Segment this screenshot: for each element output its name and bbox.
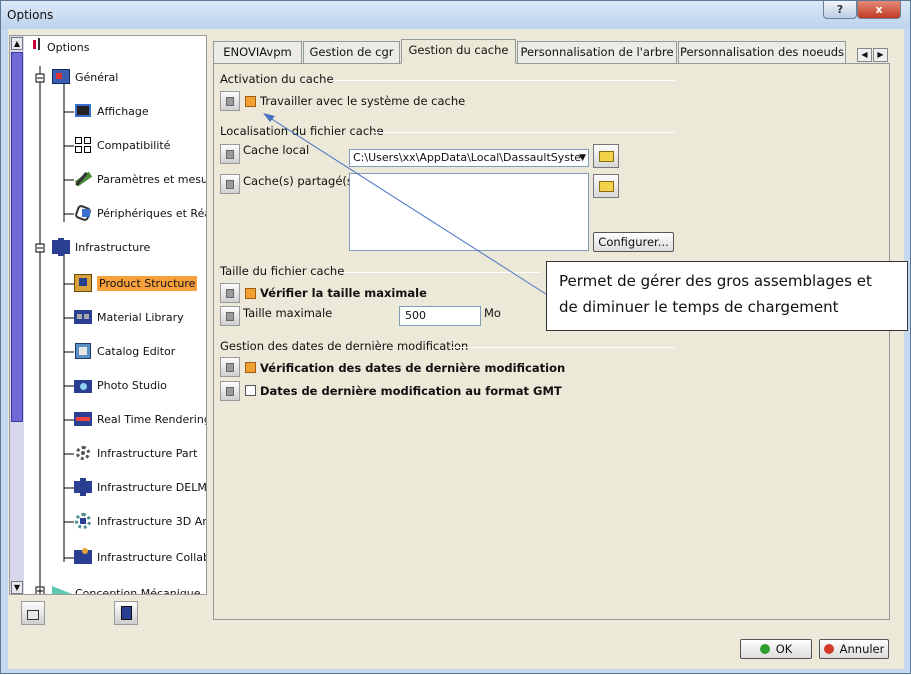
local-cache-combo[interactable]: C:\Users\xx\AppData\Local\DassaultSyste … (349, 149, 589, 167)
tree-item-product-structure[interactable]: Product Structure (72, 272, 198, 294)
help-button[interactable]: ? (823, 1, 857, 19)
ok-button[interactable]: OK (740, 639, 812, 659)
gmt-dates-checkbox[interactable] (245, 385, 256, 396)
tree-item-general[interactable]: Général (50, 66, 118, 88)
group-activation-cache: Activation du cache (220, 72, 675, 86)
tab-scroll-arrows: ◀ ▶ (856, 48, 888, 62)
group-title: Localisation du fichier cache (220, 124, 384, 138)
lock-icon[interactable] (220, 381, 240, 401)
options-root-icon (32, 36, 44, 58)
parameters-icon (72, 168, 94, 190)
folder-icon[interactable] (593, 144, 619, 168)
cancel-button[interactable]: Annuler (819, 639, 889, 659)
gmt-dates-label: Dates de dernière modification au format… (260, 384, 562, 398)
lock-icon[interactable] (220, 174, 240, 194)
max-size-input[interactable]: 500 (399, 306, 481, 326)
infrastructure-icon (50, 236, 72, 258)
tree-item-conception-mecanique[interactable]: Conception Mécanique (50, 582, 201, 594)
configure-button[interactable]: Configurer... (593, 232, 674, 252)
group-dates: Gestion des dates de dernière modificati… (220, 339, 675, 353)
annotation-icon (72, 510, 94, 532)
tree-item-catalog-editor[interactable]: Catalog Editor (72, 340, 175, 362)
tree-item-material-library[interactable]: Material Library (72, 306, 184, 328)
tree-item-options[interactable]: Options (32, 36, 89, 58)
tab-scroll-right-icon[interactable]: ▶ (873, 48, 888, 62)
lock-icon[interactable] (220, 306, 240, 326)
lock-icon[interactable] (220, 91, 240, 111)
tree-item-compatibilite[interactable]: Compatibilité (72, 134, 170, 156)
verify-size-label: Vérifier la taille maximale (260, 286, 427, 300)
options-window: Options ? x ▲ ▼ Options Général Affichag… (0, 0, 911, 674)
options-tree: ▲ ▼ Options Général Affichage Compatibil… (9, 35, 207, 595)
tab-personnalisation-noeuds[interactable]: Personnalisation des noeuds (678, 41, 846, 64)
delmia-icon (72, 476, 94, 498)
lock-icon[interactable] (220, 283, 240, 303)
devices-icon (72, 202, 94, 224)
shared-cache-list[interactable] (349, 173, 589, 251)
verify-dates-label: Vérification des dates de dernière modif… (260, 361, 566, 375)
group-taille: Taille du fichier cache (220, 264, 540, 278)
tree-item-infrastructure-part[interactable]: Infrastructure Part (72, 442, 197, 464)
tree-item-parametres[interactable]: Paramètres et mesure (72, 168, 206, 190)
tab-gestion-cache[interactable]: Gestion du cache (401, 39, 516, 64)
tab-personnalisation-arbre[interactable]: Personnalisation de l'arbre (517, 41, 677, 64)
verify-dates-checkbox[interactable] (245, 362, 256, 373)
cache-system-label: Travailler avec le système de cache (260, 94, 466, 108)
ok-dot-icon (759, 644, 770, 654)
tree-item-infrastructure-3d[interactable]: Infrastructure 3D Anr (72, 510, 206, 532)
group-title: Taille du fichier cache (220, 264, 345, 278)
lock-icon[interactable] (220, 144, 240, 164)
window-title: Options (7, 8, 54, 22)
photo-studio-icon (72, 374, 94, 396)
rendering-icon (72, 408, 94, 430)
home-icon[interactable] (21, 601, 45, 625)
gear-icon (72, 442, 94, 464)
product-structure-icon (72, 272, 94, 294)
tree-item-infrastructure-delmia[interactable]: Infrastructure DELMIA (72, 476, 206, 498)
max-size-label: Taille maximale (243, 306, 333, 320)
folder-icon[interactable] (593, 174, 619, 198)
group-title: Activation du cache (220, 72, 334, 86)
tree-item-infrastructure-collab[interactable]: Infrastructure Collabc (72, 546, 206, 568)
display-icon (72, 100, 94, 122)
size-unit-label: Mo (484, 306, 501, 320)
tree-item-real-time-rendering[interactable]: Real Time Rendering (72, 408, 206, 430)
shared-cache-label: Cache(s) partagé(s) (243, 174, 358, 188)
tree-item-peripheriques[interactable]: Périphériques et Réali (72, 202, 206, 224)
catalog-editor-icon (72, 340, 94, 362)
group-localisation: Localisation du fichier cache (220, 124, 675, 138)
local-cache-label: Cache local (243, 143, 310, 157)
compatibility-icon (72, 134, 94, 156)
general-icon (50, 66, 72, 88)
lock-icon[interactable] (220, 357, 240, 377)
group-title: Gestion des dates de dernière modificati… (220, 339, 469, 353)
tree-tool-icon[interactable] (114, 601, 138, 625)
tree-item-photo-studio[interactable]: Photo Studio (72, 374, 167, 396)
close-button[interactable]: x (857, 1, 901, 19)
tab-gestion-cgr[interactable]: Gestion de cgr (303, 41, 400, 64)
tab-scroll-left-icon[interactable]: ◀ (857, 48, 872, 62)
cache-system-checkbox[interactable] (245, 96, 256, 107)
cancel-dot-icon (823, 644, 834, 654)
tree-item-affichage[interactable]: Affichage (72, 100, 149, 122)
chevron-down-icon[interactable]: ▼ (579, 150, 586, 166)
tree-item-infrastructure[interactable]: Infrastructure (50, 236, 150, 258)
tab-enoviavpm[interactable]: ENOVIAvpm (213, 41, 302, 64)
mechanical-design-icon (50, 582, 72, 594)
collaboration-icon (72, 546, 94, 568)
title-bar[interactable]: Options ? x (1, 1, 910, 29)
callout-note: Permet de gérer des gros assemblages et … (546, 261, 908, 331)
material-library-icon (72, 306, 94, 328)
verify-size-checkbox[interactable] (245, 288, 256, 299)
